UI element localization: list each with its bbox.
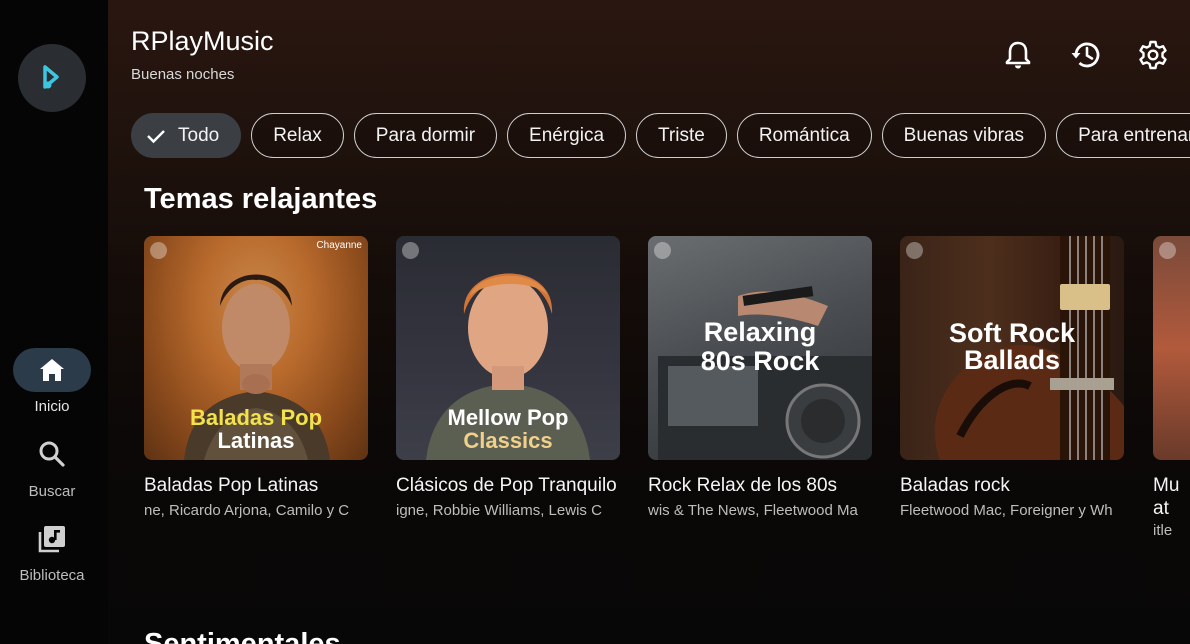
chip-triste[interactable]: Triste [636,113,727,158]
chip-todo[interactable]: Todo [131,113,242,158]
cover-title-line2: Classics [463,428,553,453]
play-badge-icon [1159,242,1176,259]
history-button[interactable] [1069,38,1103,72]
library-icon [38,526,65,553]
playlist-card[interactable]: Mellow Pop Classics Clásicos de Pop Tran… [396,236,620,522]
nav-item-buscar[interactable]: Buscar [0,436,104,500]
app-title: RPlayMusic [131,26,274,56]
nav-label: Biblioteca [19,567,85,584]
cover-title-line2: 80s Rock [700,346,820,376]
playlist-artists: itle [1153,522,1173,539]
next-section-title: Sentimentales [144,628,341,644]
playlist-title: Baladas rock [900,475,1010,496]
greeting-text: Buenas noches [131,66,235,83]
playlist-cover: Chayanne Baladas Pop Latinas [144,236,368,460]
playlist-card[interactable]: Relaxing 80s Rock Rock Relax de los 80s … [648,236,872,522]
chip-label: Triste [658,124,705,146]
chip-label: Para entrenar [1078,124,1190,146]
cover-title-line1: Relaxing [703,317,817,347]
chip-relax[interactable]: Relax [251,113,344,158]
playlist-artists: ne, Ricardo Arjona, Camilo y C [144,502,350,519]
play-badge-icon [150,242,167,259]
play-badge-icon [654,242,671,259]
cover-title-line1: Mellow Pop [447,405,569,430]
chip-label: Relax [273,124,322,146]
search-icon [39,441,65,467]
cover-title-line2: Latinas [217,428,295,453]
nav-pill [13,348,91,392]
playlist-artists: igne, Robbie Williams, Lewis C [396,502,602,519]
chip-label: Buenas vibras [903,124,1025,146]
bell-icon [1005,41,1031,69]
nav-label: Buscar [28,483,76,500]
settings-button[interactable] [1136,38,1170,72]
cover-title-line2: Ballads [963,345,1061,375]
gear-icon [1139,40,1167,70]
app-logo[interactable] [18,44,86,112]
cover-title-line1: Soft Rock [948,318,1075,348]
playlist-card-partial[interactable]: Mu at itle [1153,236,1190,542]
home-icon [40,359,64,381]
chip-label: Romántica [758,124,850,146]
playlist-title: Mu [1153,475,1180,496]
playlist-cover: Relaxing 80s Rock [648,236,872,460]
play-badge-icon [402,242,419,259]
nav-item-biblioteca[interactable]: Biblioteca [0,522,104,584]
play-badge-icon [906,242,923,259]
cover-title-line1: Baladas Pop [189,405,323,430]
notifications-button[interactable] [1001,38,1035,72]
playlist-artists: wis & The News, Fleetwood Ma [648,502,858,519]
section-title: Temas relajantes [144,183,378,215]
navigation-rail: Inicio Buscar Biblioteca [0,0,108,644]
playlist-title: Baladas Pop Latinas [144,475,319,496]
playlist-artists: Fleetwood Mac, Foreigner y Wh [900,502,1113,519]
chip-energica[interactable]: Enérgica [507,113,627,158]
history-icon [1071,42,1100,68]
chip-buenas-vibras[interactable]: Buenas vibras [881,113,1047,158]
cover-artist-label: Chayanne [316,240,362,251]
chip-label: Todo [178,124,220,146]
check-icon [146,128,166,144]
playlist-card[interactable]: Soft Rock Ballads Baladas rock Fleetwood… [900,236,1124,522]
playlist-card[interactable]: Chayanne Baladas Pop Latinas Baladas Pop… [144,236,368,522]
chip-para-dormir[interactable]: Para dormir [353,113,498,158]
playlist-title: Clásicos de Pop Tranquilo [396,475,617,496]
mood-chips: Todo Relax Para dormir Enérgica Triste Román… [131,113,1190,159]
playlist-title-line2: at [1153,498,1169,519]
playlist-cover [1153,236,1190,460]
playlist-cover: Mellow Pop Classics [396,236,620,460]
playlist-cover: Soft Rock Ballads [900,236,1124,460]
chip-label: Enérgica [529,124,605,146]
chip-label: Para dormir [375,124,476,146]
music-logo-icon [43,65,59,89]
playlist-title: Rock Relax de los 80s [648,475,838,496]
nav-item-inicio[interactable]: Inicio [0,348,104,415]
nav-label: Inicio [34,398,70,415]
chip-romantica[interactable]: Romántica [736,113,872,158]
chip-para-entrenar[interactable]: Para entrenar [1056,113,1190,158]
